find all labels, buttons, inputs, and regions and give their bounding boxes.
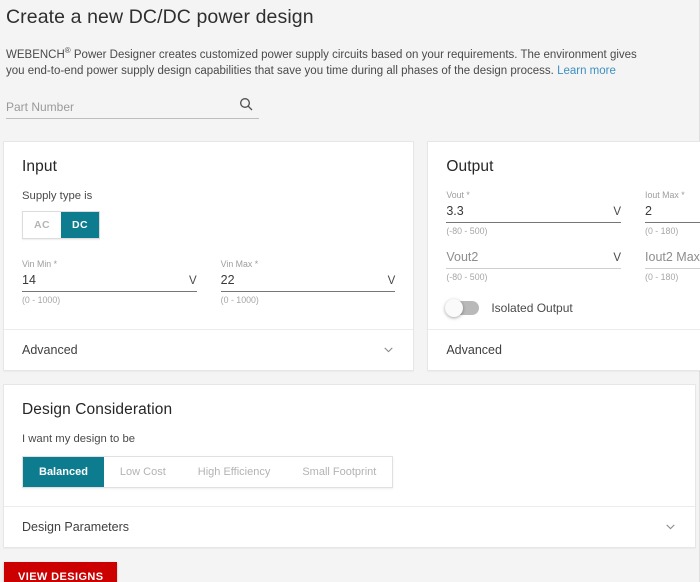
- toggle-knob: [445, 299, 463, 317]
- vin-max-input-line: V: [221, 272, 396, 292]
- io-cards-row: Input Supply type is AC DC Vin Min * V (…: [3, 141, 696, 371]
- learn-more-link[interactable]: Learn more: [557, 65, 616, 77]
- vout2-input-line: V: [446, 249, 621, 269]
- vout-field: Vout * V (-80 - 500): [446, 190, 621, 236]
- supply-type-toggle-group: AC DC: [22, 211, 100, 239]
- vout-unit: V: [607, 206, 621, 218]
- actions-row: VIEW DESIGNS: [4, 562, 699, 582]
- preference-option-low-cost[interactable]: Low Cost: [104, 457, 182, 487]
- iout-max-label: Iout Max *: [645, 190, 700, 201]
- iout2-max-input[interactable]: [645, 249, 700, 266]
- iout-max-input[interactable]: [645, 203, 700, 220]
- iout-max-field: Iout Max * A (0 - 180): [645, 190, 700, 236]
- output-advanced-accordion[interactable]: Advanced: [428, 329, 700, 370]
- design-preference-label: I want my design to be: [22, 433, 677, 445]
- vin-min-label: Vin Min *: [22, 259, 197, 270]
- vin-field-grid: Vin Min * V (0 - 1000) Vin Max * V: [22, 259, 395, 305]
- vin-max-hint: (0 - 1000): [221, 295, 396, 305]
- iout2-max-field: A (0 - 180): [645, 249, 700, 282]
- supply-type-option-ac[interactable]: AC: [23, 212, 61, 238]
- preference-option-high-efficiency[interactable]: High Efficiency: [182, 457, 287, 487]
- design-parameters-label: Design Parameters: [22, 520, 129, 534]
- intro-brand: WEBENCH: [6, 49, 65, 61]
- page-title: Create a new DC/DC power design: [4, 6, 699, 29]
- isolated-output-label: Isolated Output: [491, 301, 572, 315]
- vin-max-input[interactable]: [221, 272, 382, 289]
- input-advanced-accordion[interactable]: Advanced: [4, 329, 413, 370]
- vout-field-grid: Vout * V (-80 - 500) Iout Max * A: [446, 190, 700, 236]
- iout-max-hint: (0 - 180): [645, 226, 700, 236]
- view-designs-button[interactable]: VIEW DESIGNS: [4, 562, 117, 582]
- design-card-body: Design Consideration I want my design to…: [4, 385, 695, 506]
- preference-option-small-footprint[interactable]: Small Footprint: [286, 457, 392, 487]
- intro-body: Power Designer creates customized power …: [6, 49, 637, 78]
- preference-option-balanced[interactable]: Balanced: [23, 457, 104, 487]
- input-advanced-label: Advanced: [22, 343, 78, 357]
- page-header: Create a new DC/DC power design WEBENCH®…: [0, 0, 699, 119]
- vout-label: Vout *: [446, 190, 621, 201]
- iout2-max-input-line: A: [645, 249, 700, 269]
- vin-max-label: Vin Max *: [221, 259, 396, 270]
- search-icon[interactable]: [238, 96, 254, 112]
- output-card-title: Output: [446, 158, 700, 176]
- vin-min-input-line: V: [22, 272, 197, 292]
- output-card: Output Vout * V (-80 - 500) Iout Max *: [427, 141, 700, 371]
- vin-min-unit: V: [183, 275, 197, 287]
- supply-type-option-dc[interactable]: DC: [61, 212, 99, 238]
- input-card-body: Input Supply type is AC DC Vin Min * V (…: [4, 142, 413, 319]
- vin-max-field: Vin Max * V (0 - 1000): [221, 259, 396, 305]
- vout2-hint: (-80 - 500): [446, 272, 621, 282]
- iout-max-input-line: A: [645, 203, 700, 223]
- vout-hint: (-80 - 500): [446, 226, 621, 236]
- vout-input[interactable]: [446, 203, 607, 220]
- output-advanced-label: Advanced: [446, 343, 502, 357]
- intro-paragraph: WEBENCH® Power Designer creates customiz…: [4, 43, 648, 80]
- chevron-down-icon: [664, 520, 677, 533]
- vout2-field: V (-80 - 500): [446, 249, 621, 282]
- page-root: Create a new DC/DC power design WEBENCH®…: [0, 0, 700, 582]
- design-preference-group: Balanced Low Cost High Efficiency Small …: [22, 456, 393, 488]
- input-card: Input Supply type is AC DC Vin Min * V (…: [3, 141, 414, 371]
- supply-type-label: Supply type is: [22, 190, 395, 202]
- design-consideration-card: Design Consideration I want my design to…: [3, 384, 696, 548]
- design-card-title: Design Consideration: [22, 401, 677, 419]
- vin-min-field: Vin Min * V (0 - 1000): [22, 259, 197, 305]
- chevron-down-icon: [382, 343, 395, 356]
- vout2-field-grid: V (-80 - 500) A (0 - 180): [446, 249, 700, 282]
- design-parameters-accordion[interactable]: Design Parameters: [4, 506, 695, 547]
- vout2-unit: V: [607, 252, 621, 264]
- vin-min-input[interactable]: [22, 272, 183, 289]
- isolated-output-row: Isolated Output: [446, 301, 700, 315]
- input-card-title: Input: [22, 158, 395, 176]
- vout-input-line: V: [446, 203, 621, 223]
- iout2-max-hint: (0 - 180): [645, 272, 700, 282]
- isolated-output-toggle[interactable]: [446, 301, 479, 315]
- vin-min-hint: (0 - 1000): [22, 295, 197, 305]
- vout2-input[interactable]: [446, 249, 607, 266]
- search-input[interactable]: [6, 97, 221, 117]
- vin-max-unit: V: [382, 275, 396, 287]
- output-card-body: Output Vout * V (-80 - 500) Iout Max *: [428, 142, 700, 329]
- part-number-search: [6, 97, 259, 119]
